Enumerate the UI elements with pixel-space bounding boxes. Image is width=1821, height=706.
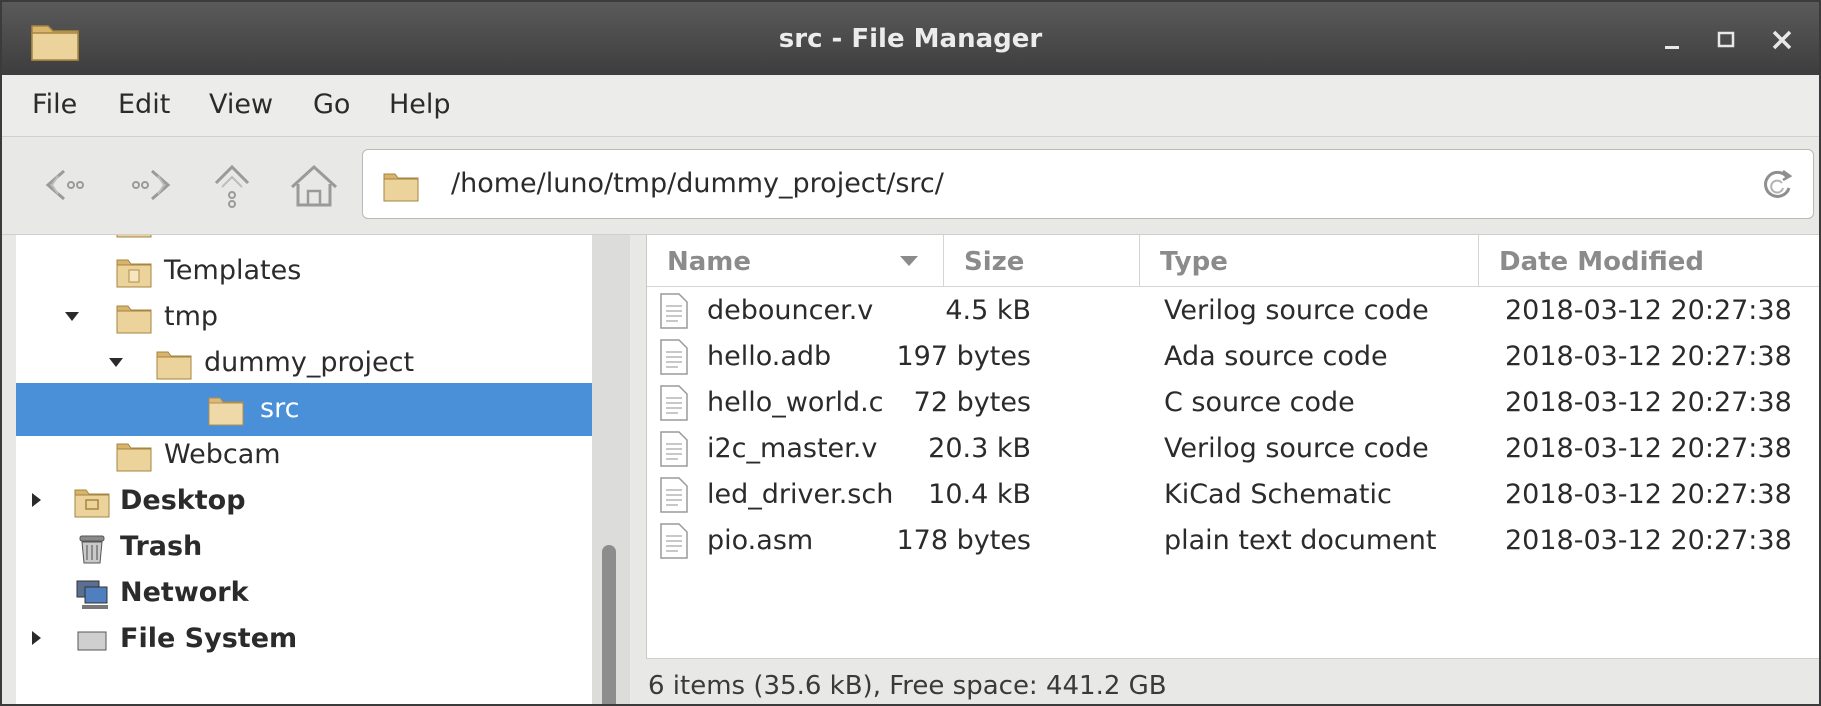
menu-go[interactable]: Go [313,89,350,120]
file-type: plain text document [1164,525,1437,556]
tree-label: Webcam [164,439,281,470]
tree-label: tmp [164,301,219,332]
sort-descending-icon [900,256,918,266]
file-size: 72 bytes [913,387,1031,418]
folder-icon [208,397,244,426]
title-bar[interactable]: src - File Manager [2,2,1819,75]
expanded-arrow-icon[interactable] [64,308,80,324]
maximize-icon [1717,31,1735,48]
table-row[interactable]: pio.asm 178 bytes plain text document 20… [647,517,1819,563]
column-header-date-modified[interactable]: Date Modified [1479,235,1819,287]
tree-item-file-system[interactable]: File System [16,613,592,666]
file-size: 10.4 kB [928,479,1031,510]
home-icon[interactable] [286,157,342,213]
back-icon[interactable] [38,157,94,213]
column-header-label: Type [1160,247,1228,277]
text-file-icon [660,339,688,375]
toolbar: /home/luno/tmp/dummy_project/src/ [2,137,1819,235]
file-type: Verilog source code [1164,295,1429,326]
drive-icon [77,631,107,651]
minimize-button[interactable] [1654,22,1690,58]
column-header-label: Name [667,247,752,277]
file-type: C source code [1164,387,1355,418]
minimize-icon [1665,46,1679,49]
close-icon [1772,30,1792,50]
file-name: hello_world.c [707,387,884,418]
file-type: KiCad Schematic [1164,479,1392,510]
folder-icon [383,173,419,202]
file-size: 4.5 kB [945,295,1031,326]
column-header-label: Date Modified [1499,247,1705,277]
file-name: i2c_master.v [707,433,878,464]
table-row[interactable]: i2c_master.v 20.3 kB Verilog source code… [647,425,1819,471]
menu-help[interactable]: Help [389,89,451,120]
column-header-size[interactable]: Size [944,235,1140,287]
location-bar[interactable]: /home/luno/tmp/dummy_project/src/ [362,149,1814,219]
tree-label: dummy_project [204,347,415,378]
file-size: 178 bytes [896,525,1032,556]
menu-file[interactable]: File [32,89,77,120]
text-file-icon [660,293,688,329]
menu-view[interactable]: View [209,89,273,120]
table-row[interactable]: hello_world.c 72 bytes C source code 201… [647,379,1819,425]
table-row[interactable]: led_driver.sch 10.4 kB KiCad Schematic 2… [647,471,1819,517]
file-name: pio.asm [707,525,814,556]
column-header-name[interactable]: Name [647,235,944,287]
file-size: 197 bytes [896,341,1032,372]
text-file-icon [660,385,688,421]
file-modified: 2018-03-12 20:27:38 [1505,387,1792,418]
file-name: debouncer.v [707,295,874,326]
forward-icon[interactable] [122,157,178,213]
file-modified: 2018-03-12 20:27:38 [1505,341,1792,372]
file-modified: 2018-03-12 20:27:38 [1505,295,1792,326]
location-path[interactable]: /home/luno/tmp/dummy_project/src/ [451,168,944,199]
sidebar-tree[interactable]: Templates tmp dummy_project src Webcam D… [16,235,592,704]
file-type: Ada source code [1164,341,1388,372]
close-button[interactable] [1764,22,1800,58]
menu-edit[interactable]: Edit [118,89,170,120]
maximize-button[interactable] [1708,22,1744,58]
folder-icon [156,351,192,380]
column-header-type[interactable]: Type [1140,235,1479,287]
text-file-icon [660,431,688,467]
collapsed-arrow-icon[interactable] [28,492,44,508]
menu-bar: File Edit View Go Help [2,75,1819,137]
folder-icon [116,235,152,238]
tree-label: Templates [164,255,302,286]
file-modified: 2018-03-12 20:27:38 [1505,479,1792,510]
sidebar-scrollbar[interactable] [592,235,630,704]
file-manager-window: src - File Manager File Edit View Go Hel… [0,0,1821,706]
window-title: src - File Manager [778,24,1043,54]
status-text: 6 items (35.6 kB), Free space: 441.2 GB [648,671,1167,701]
expanded-arrow-icon[interactable] [108,354,124,370]
folder-icon [116,443,152,472]
reload-icon[interactable] [1757,164,1797,204]
folder-icon [116,305,152,334]
text-file-icon [660,477,688,513]
file-list[interactable]: Name Size Type Date Modified debouncer.v… [646,235,1819,704]
table-row[interactable]: hello.adb 197 bytes Ada source code 2018… [647,333,1819,379]
file-type: Verilog source code [1164,433,1429,464]
column-header-label: Size [964,247,1025,277]
file-size: 20.3 kB [928,433,1031,464]
file-modified: 2018-03-12 20:27:38 [1505,525,1792,556]
templates-folder-icon [116,259,152,288]
table-row[interactable]: debouncer.v 4.5 kB Verilog source code 2… [647,287,1819,333]
tree-label: Desktop [120,485,246,516]
tree-label: Trash [120,531,203,562]
up-icon[interactable] [204,157,260,213]
collapsed-arrow-icon[interactable] [28,630,44,646]
file-modified: 2018-03-12 20:27:38 [1505,433,1792,464]
text-file-icon [660,523,688,559]
status-bar: 6 items (35.6 kB), Free space: 441.2 GB [646,658,1819,704]
desktop-folder-icon [74,489,110,518]
tree-label: File System [120,623,298,654]
tree-label: Network [120,577,249,608]
file-name: hello.adb [707,341,832,372]
trash-icon [79,535,105,564]
file-name: led_driver.sch [707,479,894,510]
network-icon [76,580,108,609]
scrollbar-thumb[interactable] [602,545,616,704]
tree-label: src [260,393,300,424]
